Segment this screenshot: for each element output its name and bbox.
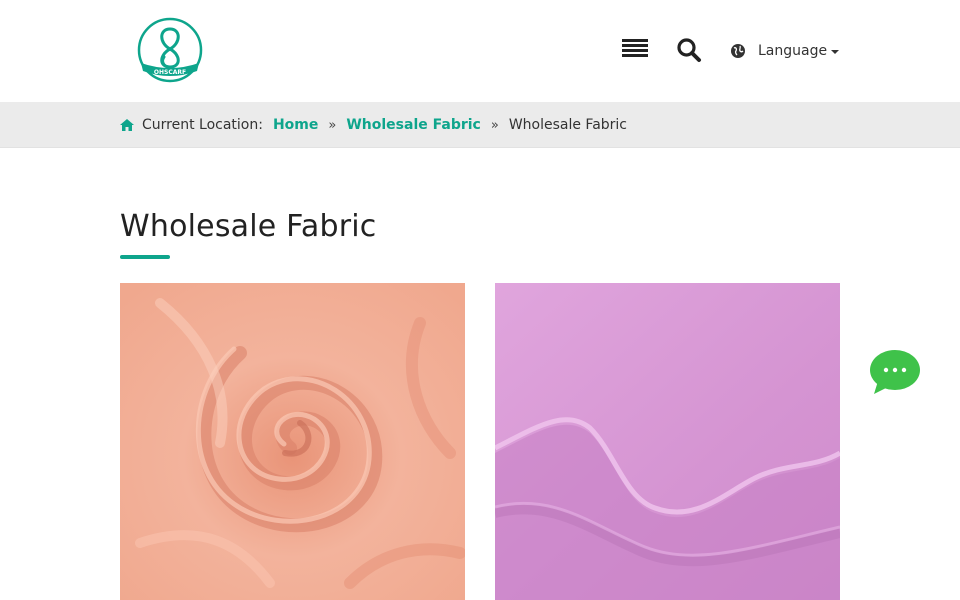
globe-icon [730, 43, 746, 59]
breadcrumb-link-wholesale-fabric[interactable]: Wholesale Fabric [346, 117, 480, 133]
site-logo[interactable]: OHSCARF [137, 17, 203, 83]
breadcrumb: Current Location: Home » Wholesale Fabri… [120, 102, 627, 148]
language-label: Language [758, 43, 828, 59]
title-underline [120, 255, 170, 259]
caret-down-icon [831, 50, 840, 54]
page-title: Wholesale Fabric [120, 209, 377, 244]
site-header: OHSCARF Language [0, 0, 960, 102]
language-selector[interactable]: Language [730, 40, 840, 62]
double-chevron-right-icon: » [328, 117, 337, 133]
double-chevron-right-icon: » [490, 117, 499, 133]
svg-text:OHSCARF: OHSCARF [154, 69, 186, 76]
chat-bubble-icon[interactable] [870, 349, 922, 397]
product-image-peach-fabric[interactable] [120, 283, 465, 600]
search-icon[interactable] [676, 37, 702, 63]
breadcrumb-current: Wholesale Fabric [508, 117, 627, 133]
home-icon [120, 119, 134, 131]
current-location-label: Current Location: [142, 117, 263, 133]
product-image-lilac-fabric[interactable] [495, 283, 840, 600]
breadcrumb-bar: Current Location: Home » Wholesale Fabri… [0, 102, 960, 148]
breadcrumb-link-home[interactable]: Home [273, 117, 318, 133]
list-icon[interactable] [622, 38, 648, 60]
